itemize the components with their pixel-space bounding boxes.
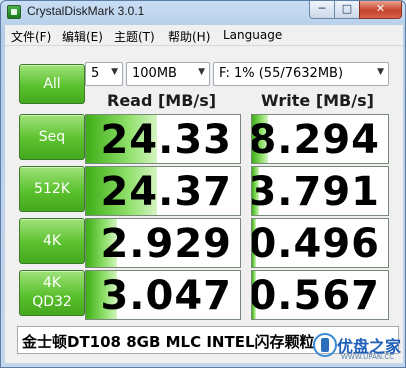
test-size-select[interactable]: 100MB ▼	[126, 62, 210, 86]
menu-edit[interactable]: 编辑(E)	[62, 28, 103, 45]
4k-test-button[interactable]: 4K	[19, 218, 85, 264]
menu-help[interactable]: 帮助(H)	[168, 28, 210, 45]
seq-write-value: 8.294	[251, 117, 380, 163]
4k-write-value: 0.496	[251, 221, 380, 267]
4k-qd32-write-value: 0.567	[251, 273, 380, 319]
seq-test-button[interactable]: Seq	[19, 114, 85, 160]
seq-test-label: Seq	[38, 129, 66, 145]
menu-file[interactable]: 文件(F)	[11, 28, 51, 45]
site-watermark: 优盘之家 WWW.UPAN.CC	[311, 329, 403, 365]
4k-qd32-read-result: 3.047	[85, 270, 241, 320]
all-test-button[interactable]: All	[19, 64, 85, 104]
comment-text: 金士顿DT108 8GB MLC INTEL闪存颗粒	[22, 333, 315, 351]
write-header: Write [MB/s]	[261, 91, 374, 110]
4k-read-value: 2.929	[100, 221, 232, 267]
minimize-button[interactable]: ─	[309, 1, 335, 19]
chevron-down-icon: ▼	[198, 67, 205, 77]
4k-qd32-read-value: 3.047	[100, 273, 232, 319]
512k-read-value: 24.37	[100, 169, 232, 215]
chevron-down-icon: ▼	[111, 67, 118, 77]
maximize-button[interactable]: □	[334, 1, 360, 19]
title-bar[interactable]: CrystalDiskMark 3.0.1 ─ □ ✕	[1, 1, 405, 23]
4k-read-result: 2.929	[85, 218, 241, 268]
watermark-url: WWW.UPAN.CC	[341, 353, 395, 361]
menu-theme[interactable]: 主题(T)	[114, 28, 155, 45]
all-test-label: All	[43, 76, 61, 92]
menu-bar: 文件(F) 编辑(E) 主题(T) 帮助(H) Language	[5, 25, 403, 46]
4k-qd32-label-line1: 4K	[42, 275, 62, 291]
test-count-value: 5	[91, 66, 100, 81]
512k-read-result: 24.37	[85, 166, 241, 216]
window-title: CrystalDiskMark 3.0.1	[27, 4, 145, 18]
4k-write-result: 0.496	[251, 218, 389, 268]
4k-qd32-label-line2: QD32	[32, 294, 72, 310]
4k-test-label: 4K	[42, 233, 62, 249]
close-button[interactable]: ✕	[359, 1, 402, 19]
main-panel: All 5 ▼ 100MB ▼ F: 1% (55/7632MB) ▼ Read…	[5, 46, 403, 363]
drive-select[interactable]: F: 1% (55/7632MB) ▼	[213, 62, 389, 86]
seq-write-result: 8.294	[251, 114, 389, 164]
4k-qd32-test-button[interactable]: 4K QD32	[19, 270, 85, 316]
512k-write-result: 3.791	[251, 166, 389, 216]
app-icon	[7, 5, 21, 19]
seq-read-result: 24.33	[85, 114, 241, 164]
512k-write-value: 3.791	[251, 169, 380, 215]
seq-read-value: 24.33	[100, 117, 232, 163]
chevron-down-icon: ▼	[377, 67, 384, 77]
4k-qd32-write-result: 0.567	[251, 270, 389, 320]
512k-test-button[interactable]: 512K	[19, 166, 85, 212]
drive-value: F: 1% (55/7632MB)	[219, 66, 344, 81]
usb-logo-icon	[313, 333, 337, 357]
test-size-value: 100MB	[132, 66, 177, 81]
menu-language[interactable]: Language	[223, 28, 282, 42]
read-header: Read [MB/s]	[107, 91, 217, 110]
512k-test-label: 512K	[34, 181, 70, 197]
app-window: CrystalDiskMark 3.0.1 ─ □ ✕ 文件(F) 编辑(E) …	[0, 0, 406, 368]
test-count-select[interactable]: 5 ▼	[85, 62, 123, 86]
